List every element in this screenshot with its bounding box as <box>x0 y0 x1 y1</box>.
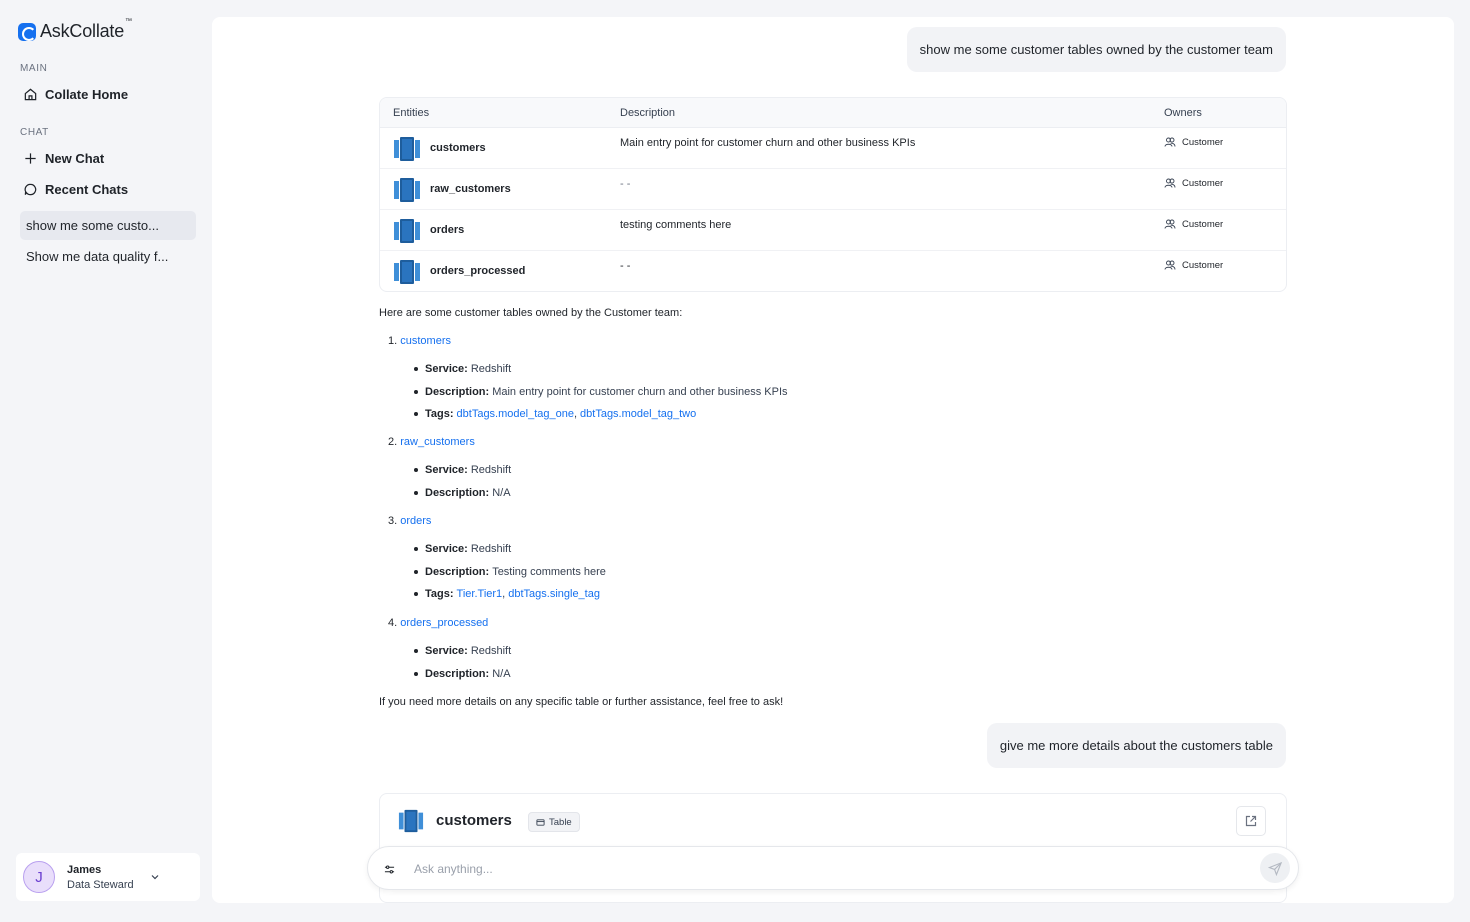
composer-options-button[interactable] <box>379 859 399 879</box>
entity-owner[interactable]: Customer <box>1164 259 1223 271</box>
list-item: 1. customers <box>388 335 451 347</box>
new-chat-button[interactable]: New Chat <box>20 147 104 169</box>
entity-description: - - <box>620 260 631 272</box>
column-header-description: Description <box>620 107 676 119</box>
service-line: Service: Redshift <box>414 464 511 476</box>
owner-team-icon <box>1164 260 1176 270</box>
database-icon <box>394 219 420 243</box>
table-header: Entities Description Owners <box>380 98 1286 128</box>
entities-table: Entities Description Owners customers Ma… <box>379 97 1287 292</box>
user-message: show me some customer tables owned by th… <box>906 27 1286 72</box>
nav-collate-home[interactable]: Collate Home <box>20 83 128 105</box>
avatar: J <box>23 861 55 893</box>
list-item: 3. orders <box>388 515 432 527</box>
user-role: Data Steward <box>67 878 134 891</box>
table-icon <box>536 818 545 826</box>
owner-team-icon <box>1164 137 1176 147</box>
list-item: 2. raw_customers <box>388 436 475 448</box>
chat-composer <box>367 846 1299 890</box>
nav-collate-home-label: Collate Home <box>45 86 129 102</box>
database-icon <box>394 260 420 284</box>
description-line: Description: N/A <box>414 487 511 499</box>
service-line: Service: Redshift <box>414 543 511 555</box>
send-button[interactable] <box>1260 853 1290 883</box>
tags-line: Tags: Tier.Tier1, dbtTags.single_tag <box>414 588 600 600</box>
app-name: AskCollate™ <box>40 18 132 41</box>
entity-name[interactable]: orders <box>430 224 464 236</box>
database-icon <box>394 137 420 161</box>
tag-link[interactable]: Tier.Tier1 <box>457 588 503 600</box>
entity-title[interactable]: customers <box>436 812 512 829</box>
home-icon <box>24 88 37 100</box>
new-chat-label: New Chat <box>45 150 105 166</box>
table-row[interactable]: orders_processed - - Customer <box>380 251 1286 291</box>
recent-chats-button[interactable]: Recent Chats <box>20 178 128 200</box>
settings-sliders-icon <box>384 865 394 873</box>
app-logo[interactable]: AskCollate™ <box>18 18 132 42</box>
tags-line: Tags: dbtTags.model_tag_one, dbtTags.model… <box>414 408 696 420</box>
database-icon <box>398 809 424 833</box>
send-icon <box>1267 861 1282 876</box>
answer-intro: Here are some customer tables owned by t… <box>379 307 683 319</box>
table-link[interactable]: customers <box>400 335 451 347</box>
chat-bubble-icon <box>24 183 37 195</box>
sidebar: AskCollate™ MAIN Collate Home CHAT New C… <box>0 0 212 922</box>
entity-type-badge: Table <box>528 812 580 832</box>
description-line: Description: Main entry point for custome… <box>414 386 788 398</box>
owner-team-icon <box>1164 219 1176 229</box>
entity-owner[interactable]: Customer <box>1164 136 1223 148</box>
tag-link[interactable]: dbtTags.model_tag_two <box>580 408 696 420</box>
table-row[interactable]: raw_customers - - Customer <box>380 169 1286 210</box>
plus-icon <box>25 152 36 164</box>
description-line: Description: Testing comments here <box>414 566 606 578</box>
entity-description: - - <box>620 178 631 190</box>
service-line: Service: Redshift <box>414 363 511 375</box>
column-header-entities: Entities <box>393 107 430 119</box>
section-label-chat: CHAT <box>20 127 49 138</box>
entity-name[interactable]: orders_processed <box>430 265 525 277</box>
description-line: Description: N/A <box>414 668 511 680</box>
external-link-icon <box>1245 815 1257 827</box>
chat-history-item[interactable]: Show me data quality f... <box>20 242 196 271</box>
database-icon <box>394 178 420 202</box>
table-link[interactable]: raw_customers <box>400 436 475 448</box>
table-link[interactable]: orders_processed <box>400 617 488 629</box>
tag-link[interactable]: dbtTags.model_tag_one <box>457 408 574 420</box>
entity-owner[interactable]: Customer <box>1164 177 1223 189</box>
service-line: Service: Redshift <box>414 645 511 657</box>
owner-team-icon <box>1164 178 1176 188</box>
entity-owner[interactable]: Customer <box>1164 218 1223 230</box>
column-header-owners: Owners <box>1164 107 1202 119</box>
answer-outro: If you need more details on any specific… <box>379 696 784 708</box>
chat-history-item[interactable]: show me some custo... <box>20 211 196 240</box>
askcollate-logo-icon <box>18 22 36 41</box>
user-name: James <box>67 863 102 876</box>
tag-link[interactable]: dbtTags.single_tag <box>508 588 600 600</box>
entity-name[interactable]: customers <box>430 142 486 154</box>
recent-chats-label: Recent Chats <box>45 181 129 197</box>
table-row[interactable]: customers Main entry point for customer … <box>380 128 1286 169</box>
open-entity-button[interactable] <box>1236 806 1266 836</box>
chat-input[interactable] <box>414 858 1214 880</box>
list-item: 4. orders_processed <box>388 617 489 629</box>
chat-panel: show me some customer tables owned by th… <box>212 17 1454 903</box>
chevron-down-icon[interactable] <box>150 872 160 882</box>
user-profile-card[interactable]: J James Data Steward <box>16 853 200 901</box>
table-link[interactable]: orders <box>400 515 431 527</box>
entity-description: testing comments here <box>620 219 732 231</box>
section-label-main: MAIN <box>20 63 48 74</box>
table-row[interactable]: orders testing comments here Customer <box>380 210 1286 251</box>
entity-description: Main entry point for customer churn and … <box>620 137 916 149</box>
entity-name[interactable]: raw_customers <box>430 183 511 195</box>
user-message: give me more details about the customers… <box>986 723 1286 768</box>
